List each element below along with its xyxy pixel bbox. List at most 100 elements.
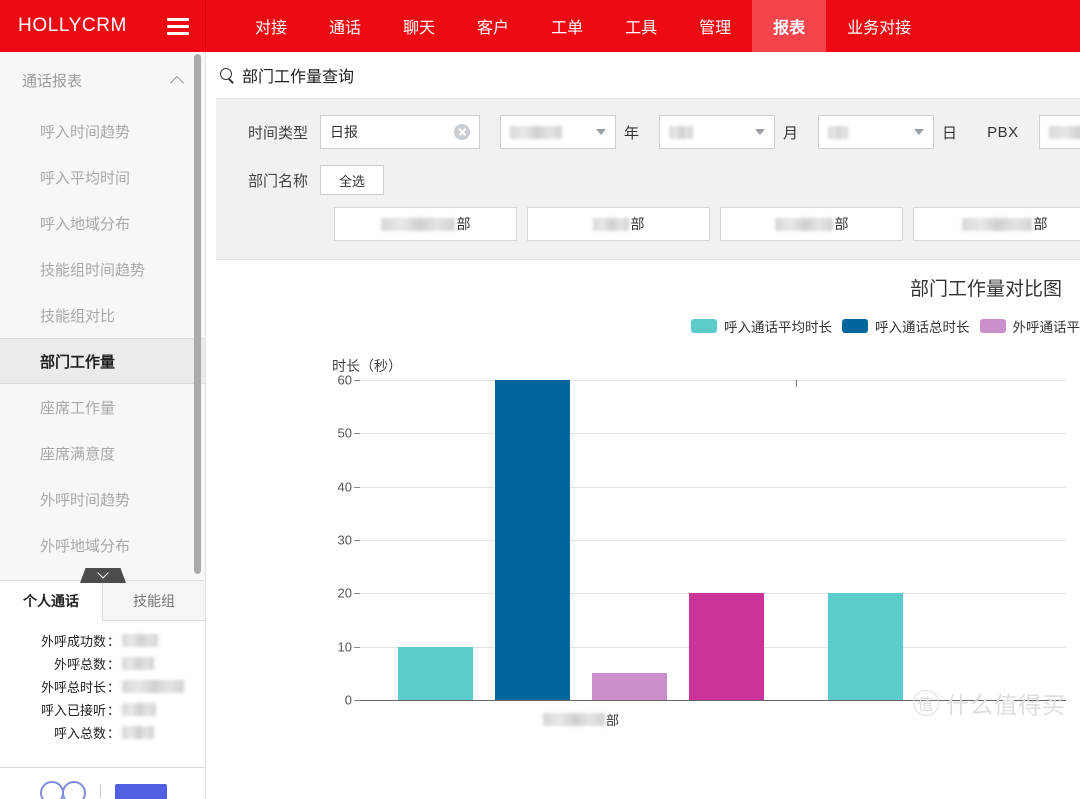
department-name-redacted-2: [774, 217, 833, 231]
main-content: 部门工作量查询 时间类型 日报 年 月 日 PBX 部门名称 全选 部 部 部 …: [206, 52, 1080, 799]
glasses-icon[interactable]: [39, 781, 86, 799]
sidebar-item-list: 呼入时间趋势 呼入平均时间 呼入地域分布 技能组时间趋势 技能组对比 部门工作量 座席工作量…: [0, 108, 205, 564]
sidebar-item-3[interactable]: 技能组时间趋势: [0, 246, 205, 292]
time-type-input[interactable]: 日报: [320, 115, 481, 149]
y-tick-label-60: 60: [337, 372, 352, 388]
nav-item-1[interactable]: 通话: [308, 0, 382, 52]
day-value-redacted: [828, 125, 849, 139]
sidebar: 通话报表 呼入时间趋势 呼入平均时间 呼入地域分布 技能组时间趋势 技能组对比 部门工作量…: [0, 52, 206, 799]
chart-bar-0[interactable]: [398, 646, 473, 700]
month-unit-label: 月: [783, 124, 799, 142]
legend-swatch-2: [979, 319, 1006, 333]
department-option-0[interactable]: 部: [334, 207, 517, 241]
chevron-down-icon: [596, 129, 607, 135]
department-suffix-0: 部: [456, 216, 471, 232]
legend-label-1: 呼入通话总时长: [875, 320, 970, 335]
sidebar-scrollbar[interactable]: [194, 52, 202, 577]
day-select[interactable]: [818, 115, 935, 149]
page-title: 部门工作量查询: [242, 69, 355, 86]
clear-circle-icon[interactable]: [454, 124, 471, 140]
legend-swatch-0: [691, 319, 717, 333]
stat-row-1: 外呼总数：: [0, 652, 205, 675]
stats-tab-1[interactable]: 技能组: [103, 581, 205, 620]
year-unit-label: 年: [624, 124, 640, 142]
y-tick-mark-10: [354, 646, 360, 648]
stat-colon-3: ：: [107, 703, 121, 718]
y-tick-label-30: 30: [337, 532, 352, 548]
footer-action-button[interactable]: [114, 784, 167, 799]
x-axis-category-redacted: [542, 713, 605, 726]
stat-colon-4: ：: [107, 726, 121, 741]
sidebar-scrollbar-thumb[interactable]: [194, 54, 201, 574]
department-option-3[interactable]: 部: [913, 207, 1080, 241]
year-select[interactable]: [500, 115, 617, 149]
sidebar-item-6[interactable]: 座席工作量: [0, 384, 205, 430]
stat-label-4: 呼入总数: [53, 726, 106, 741]
legend-entry-1[interactable]: 呼入通话总时长: [842, 316, 970, 336]
legend-label-0: 呼入通话平均时长: [724, 320, 832, 335]
month-select[interactable]: [659, 115, 776, 149]
department-name-redacted-3: [961, 217, 1032, 231]
legend-entry-0[interactable]: 呼入通话平均时长: [691, 316, 832, 336]
watermark: 值 什么值得买: [913, 686, 1066, 720]
stat-row-2: 外呼总时长：: [0, 675, 205, 698]
nav-item-2[interactable]: 聊天: [382, 0, 456, 52]
department-suffix-1: 部: [630, 216, 645, 232]
pbx-select[interactable]: [1038, 115, 1080, 149]
y-tick-mark-20: [354, 593, 360, 595]
sidebar-item-8[interactable]: 外呼时间趋势: [0, 476, 205, 522]
sidebar-item-2[interactable]: 呼入地域分布: [0, 200, 205, 246]
stats-tab-0[interactable]: 个人通话: [0, 581, 103, 621]
stat-value-0: [122, 634, 159, 647]
sidebar-collapse-tab[interactable]: [80, 568, 126, 583]
filter-panel: 时间类型 日报 年 月 日 PBX 部门名称 全选 部 部 部 部: [216, 98, 1080, 260]
sidebar-item-1[interactable]: 呼入平均时间: [0, 154, 205, 200]
select-all-button[interactable]: 全选: [320, 165, 385, 195]
sidebar-group-call-report[interactable]: 通话报表: [0, 52, 205, 108]
sidebar-item-0[interactable]: 呼入时间趋势: [0, 108, 205, 154]
stat-label-2: 外呼总时长: [40, 680, 106, 695]
nav-item-8[interactable]: 业务对接: [826, 0, 932, 52]
chevron-up-icon[interactable]: [171, 74, 184, 87]
nav-item-6[interactable]: 管理: [678, 0, 752, 52]
sidebar-item-9[interactable]: 外呼地域分布: [0, 522, 205, 564]
month-value-redacted: [669, 125, 694, 139]
hamburger-icon[interactable]: [167, 17, 189, 35]
panel-footer: [0, 767, 205, 799]
chart-bar-3[interactable]: [689, 593, 764, 700]
sidebar-item-7[interactable]: 座席满意度: [0, 430, 205, 476]
filter-row-department: 部门名称 全选: [216, 165, 1080, 195]
day-unit-label: 日: [942, 124, 958, 142]
nav-item-4[interactable]: 工单: [530, 0, 604, 52]
stat-value-2: [122, 680, 185, 693]
chart-bar-1[interactable]: [495, 380, 570, 700]
stat-colon-1: ：: [107, 657, 121, 672]
y-tick-label-0: 0: [344, 692, 352, 708]
department-name-redacted-1: [592, 217, 629, 231]
grid-line-40: [360, 486, 1066, 488]
nav-item-5[interactable]: 工具: [604, 0, 678, 52]
chart-bar-2[interactable]: [592, 673, 667, 700]
chart-bar-4[interactable]: [828, 593, 903, 700]
stat-value-4: [122, 726, 155, 739]
legend-entry-2[interactable]: 外呼通话平: [979, 316, 1080, 336]
chevron-down-icon: [914, 129, 925, 135]
brand-zone: HOLLYCRM: [0, 0, 206, 52]
y-tick-mark-60: [354, 380, 360, 381]
x-axis-category-suffix: 部: [605, 713, 620, 728]
nav-item-0[interactable]: 对接: [234, 0, 308, 52]
department-name-redacted-0: [380, 217, 455, 231]
stat-value-3: [122, 703, 157, 716]
department-options: 部部部部: [216, 207, 1080, 241]
x-axis-tick: [796, 380, 797, 387]
sidebar-menu: 通话报表 呼入时间趋势 呼入平均时间 呼入地域分布 技能组时间趋势 技能组对比 部门工作量…: [0, 52, 205, 564]
sidebar-item-4[interactable]: 技能组对比: [0, 292, 205, 338]
nav-item-7[interactable]: 报表: [752, 0, 827, 52]
time-type-value: 日报: [330, 124, 359, 140]
time-type-label: 时间类型: [248, 124, 309, 142]
department-option-1[interactable]: 部: [527, 207, 710, 241]
nav-item-3[interactable]: 客户: [456, 0, 530, 52]
department-option-2[interactable]: 部: [720, 207, 903, 241]
sidebar-item-5[interactable]: 部门工作量: [0, 338, 205, 384]
stats-panel-tabs: 个人通话 技能组: [0, 581, 205, 621]
